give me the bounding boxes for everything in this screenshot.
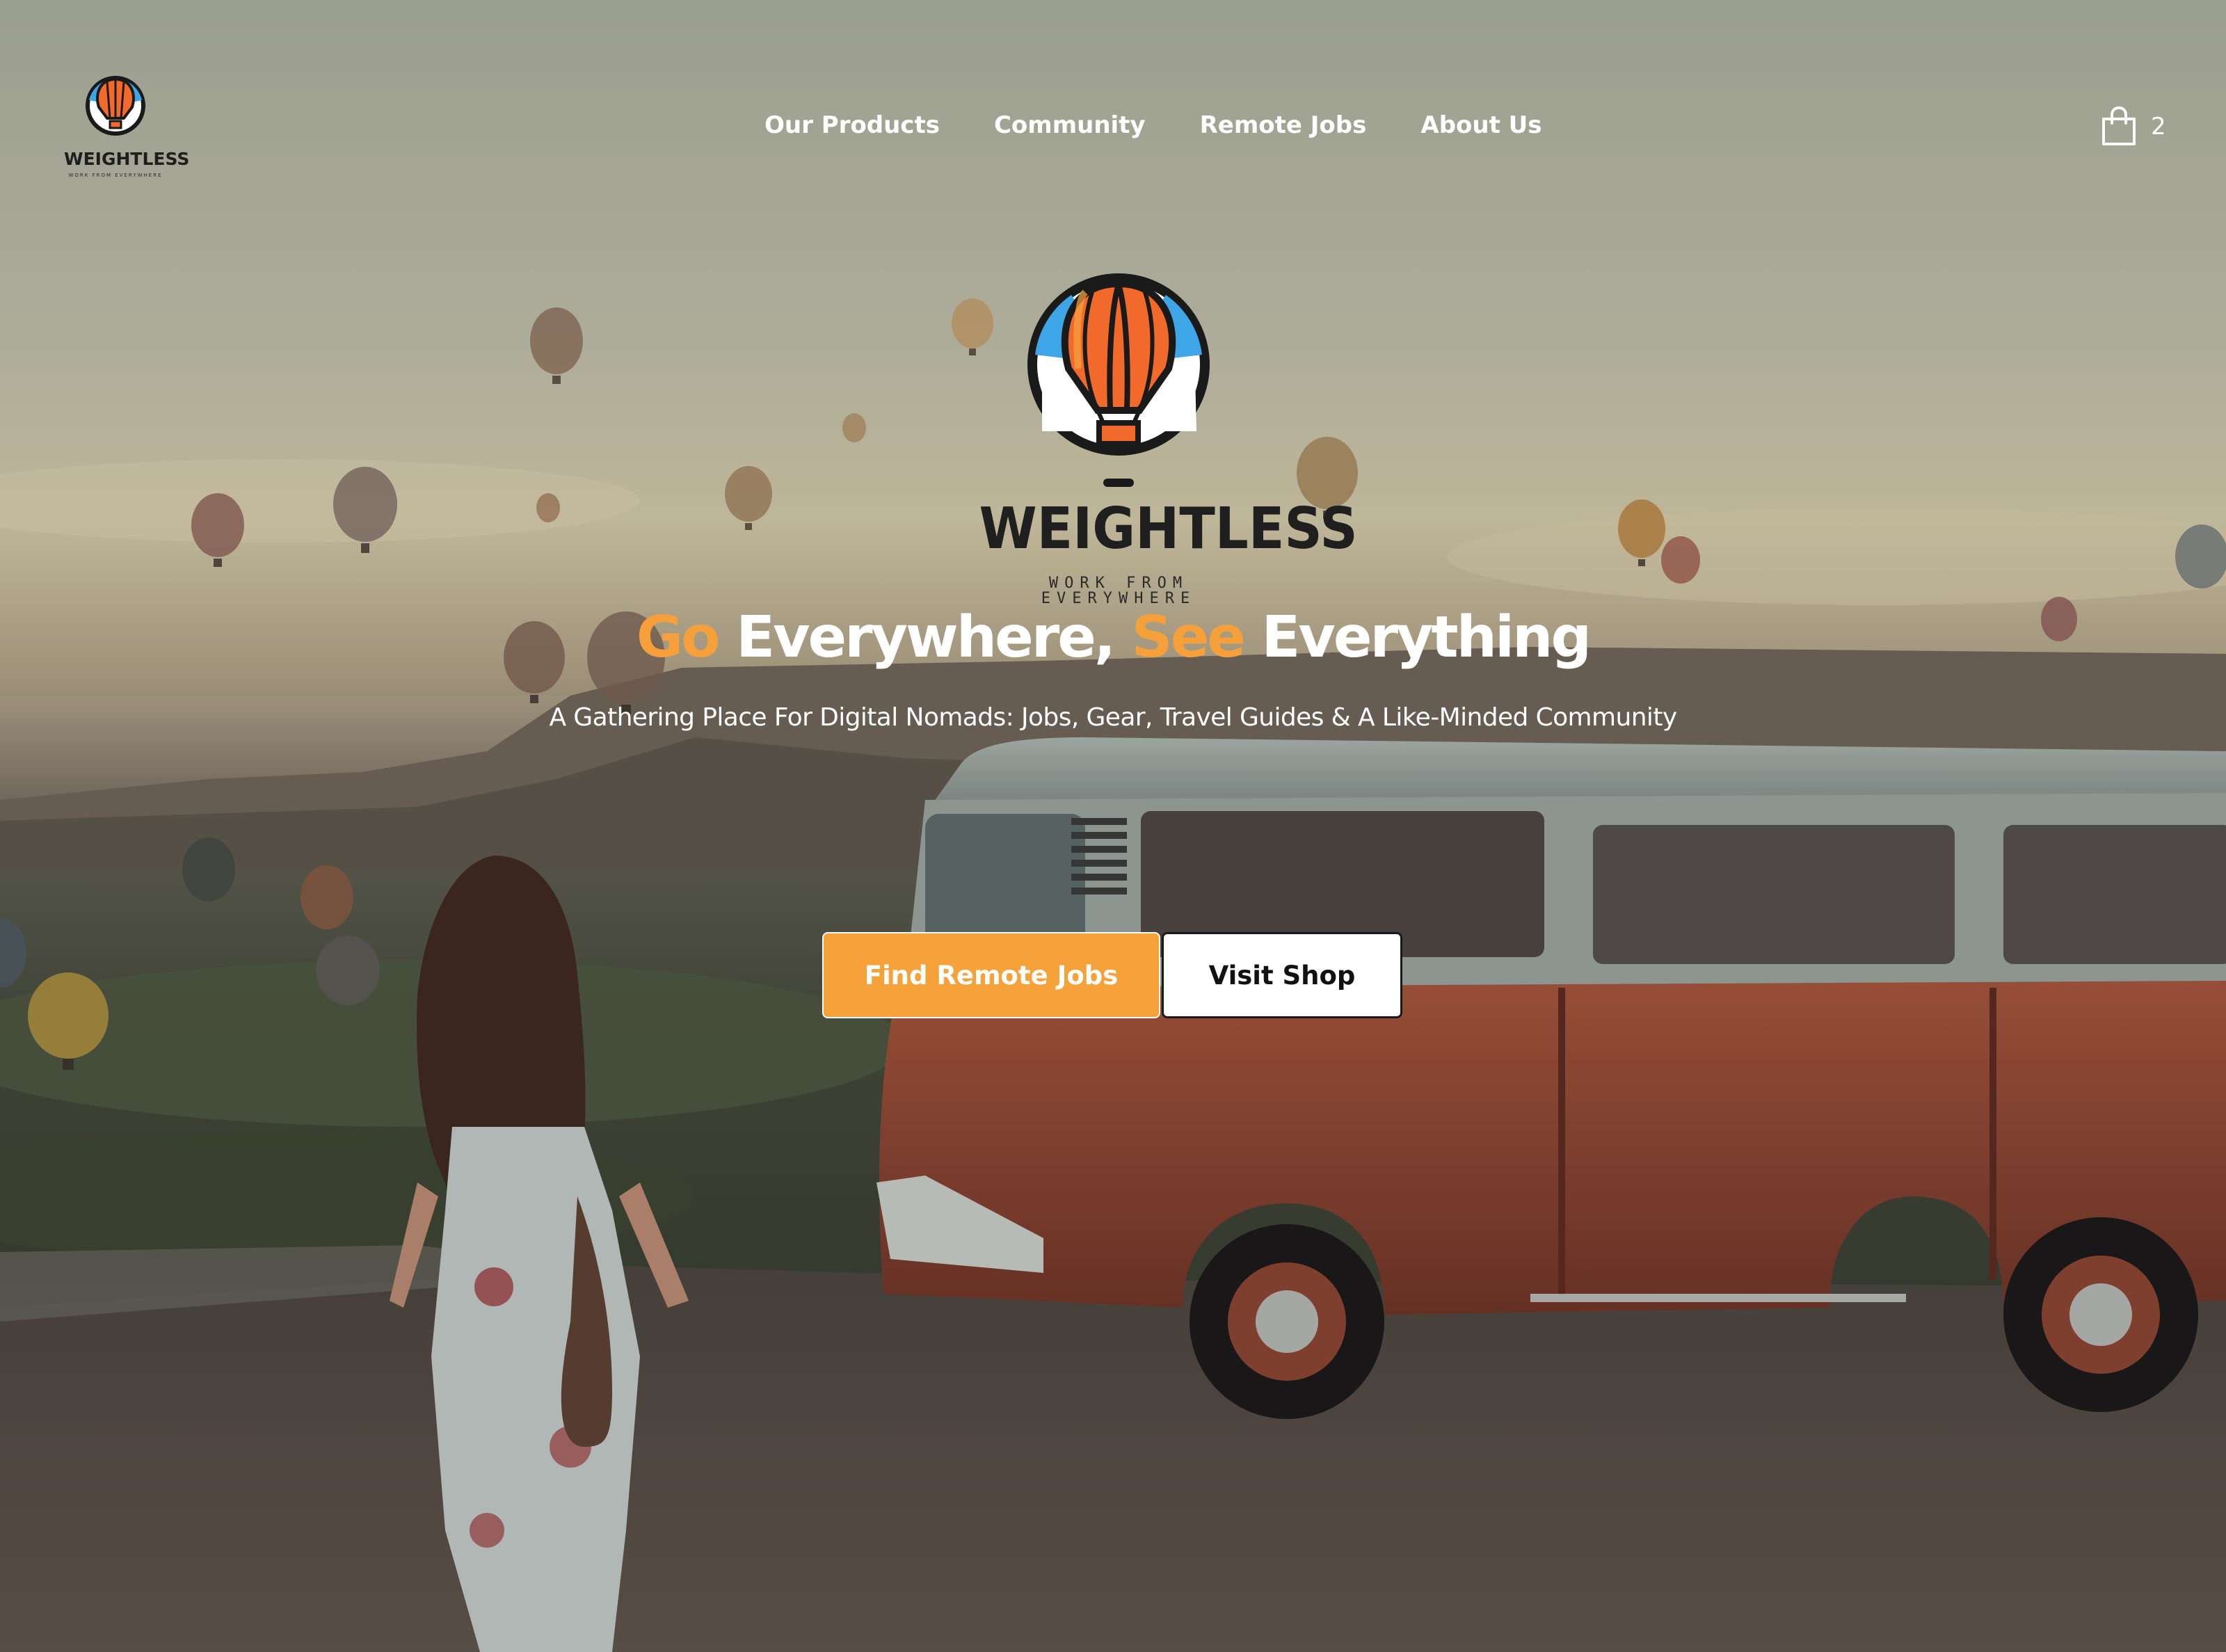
nav-logo-tagline: WORK FROM EVERYWHERE: [68, 173, 163, 178]
nav-link-about-us[interactable]: About Us: [1393, 104, 1569, 146]
nav-logo-wordmark: WEIGHTLESS: [64, 149, 190, 169]
hero-logo: WEIGHTLESS WORK FROM EVERYWHERE: [967, 271, 1358, 607]
shopping-bag-icon: [2102, 106, 2136, 145]
headline-everything: Everything: [1243, 604, 1592, 671]
headline-accent-see: See: [1131, 604, 1246, 671]
nav-link-remote-jobs[interactable]: Remote Jobs: [1173, 104, 1394, 146]
visit-shop-button[interactable]: Visit Shop: [1162, 932, 1402, 1018]
main-nav: Our Products Community Remote Jobs About…: [737, 104, 1569, 146]
balloon-logo-icon: [86, 76, 145, 136]
hero-subheadline: A Gathering Place For Digital Nomads: Jo…: [549, 703, 1677, 732]
headline-everywhere: Everywhere,: [718, 604, 1132, 671]
hero-background-image: [0, 0, 2226, 1652]
cart-count: 2: [2151, 113, 2166, 141]
cart-button[interactable]: 2: [2101, 104, 2166, 149]
hero-section: WEIGHTLESS WORK FROM EVERYWHERE Our Prod…: [0, 0, 2226, 1652]
hero-logo-wordmark: WEIGHTLESS: [979, 496, 1358, 562]
nav-link-our-products[interactable]: Our Products: [737, 104, 967, 146]
find-remote-jobs-button[interactable]: Find Remote Jobs: [822, 932, 1160, 1018]
hero-headline: Go Everywhere, See Everything: [0, 600, 2226, 676]
headline-accent-go: Go: [636, 604, 721, 671]
hot-air-balloon-icon: [1027, 273, 1210, 487]
nav-logo[interactable]: WEIGHTLESS WORK FROM EVERYWHERE: [64, 72, 190, 184]
nav-link-community[interactable]: Community: [967, 104, 1173, 146]
